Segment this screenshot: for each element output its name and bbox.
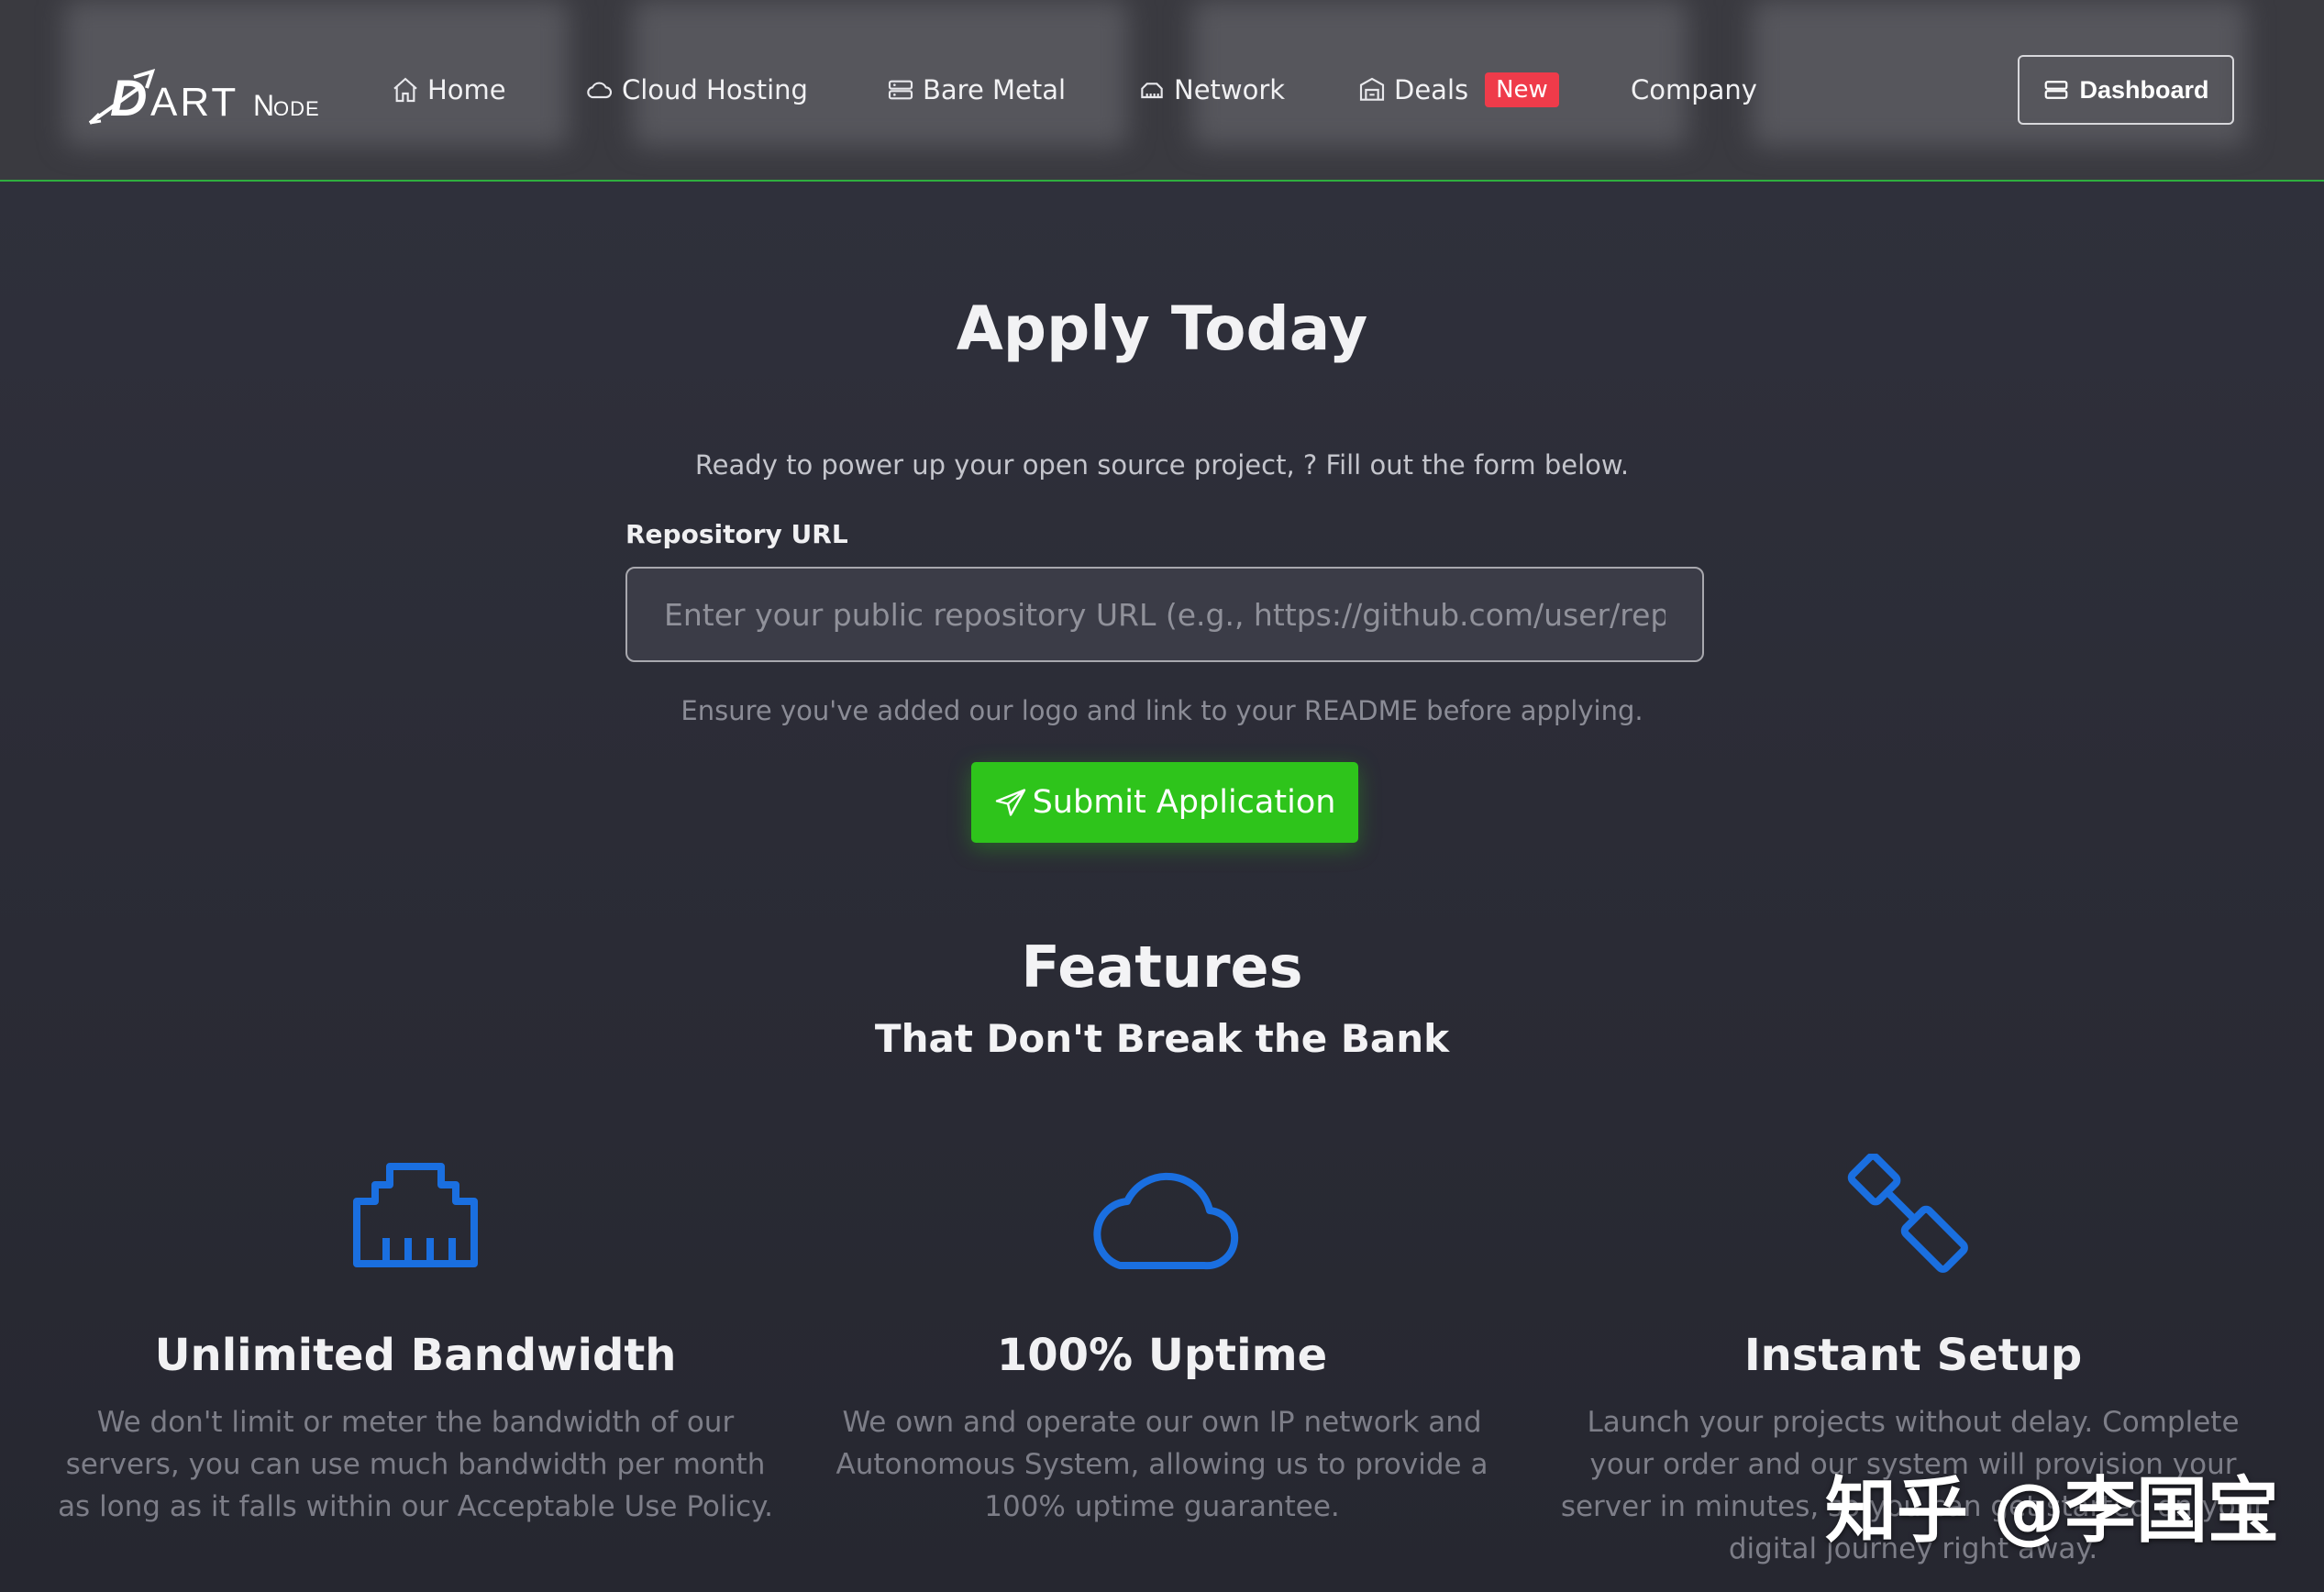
submit-application-button[interactable]: Submit Application xyxy=(971,762,1358,843)
send-icon xyxy=(995,789,1025,816)
nav-item-cloud-hosting[interactable]: Cloud Hosting xyxy=(585,68,808,112)
cloud-icon xyxy=(587,82,612,99)
submit-button-label: Submit Application xyxy=(1032,784,1336,821)
nav-item-home[interactable]: Home xyxy=(391,68,506,112)
feature-title: Instant Setup xyxy=(1743,1330,2083,1381)
nav-item-deals[interactable]: Deals New xyxy=(1357,68,1559,112)
feature-card: Unlimited Bandwidth We don't limit or me… xyxy=(49,1154,782,1528)
feature-text: We own and operate our own IP network an… xyxy=(836,1406,1488,1523)
plug-icon xyxy=(1847,1154,1968,1273)
building-icon xyxy=(1359,77,1385,101)
svg-text:D: D xyxy=(110,69,147,127)
repo-url-input[interactable] xyxy=(625,567,1704,662)
nav-item-label: Network xyxy=(1174,74,1286,105)
nav-item-bare-metal[interactable]: Bare Metal xyxy=(886,68,1066,112)
ethernet-icon xyxy=(353,1163,478,1267)
nav-item-label: Home xyxy=(427,74,506,105)
nav-item-label: Company xyxy=(1631,74,1757,105)
dartnode-logo-icon: D ART N ODE xyxy=(88,68,320,127)
repo-url-label: Repository URL xyxy=(625,519,848,549)
feature-title: 100% Uptime xyxy=(996,1330,1328,1381)
nav-item-label: Cloud Hosting xyxy=(622,74,808,105)
new-badge: New xyxy=(1485,72,1559,107)
nav-item-company[interactable]: Company xyxy=(1631,68,1757,112)
svg-text:ART: ART xyxy=(150,80,238,125)
nav-item-label: Deals xyxy=(1394,74,1469,105)
top-navbar: D ART N ODE Home Cloud Hosting Bare Meta… xyxy=(0,0,2324,182)
features-subtitle: That Don't Break the Bank xyxy=(874,1016,1450,1061)
feature-text: We don't limit or meter the bandwidth of… xyxy=(58,1406,773,1523)
server-icon xyxy=(2045,81,2068,99)
nav-item-network[interactable]: Network xyxy=(1137,68,1285,112)
brand-logo[interactable]: D ART N ODE xyxy=(86,59,361,132)
cloud-icon xyxy=(1093,1172,1239,1270)
svg-text:N: N xyxy=(253,89,274,122)
network-icon xyxy=(1141,83,1163,99)
feature-card: 100% Uptime We own and operate our own I… xyxy=(795,1154,1529,1528)
nav-item-label: Bare Metal xyxy=(923,74,1067,105)
apply-subtitle: Ready to power up your open source proje… xyxy=(694,449,1630,481)
dashboard-button-label: Dashboard xyxy=(2079,75,2209,104)
dashboard-button[interactable]: Dashboard xyxy=(2018,55,2234,125)
feature-title: Unlimited Bandwidth xyxy=(154,1330,677,1381)
home-icon xyxy=(393,77,417,103)
main-content: Apply Today Ready to power up your open … xyxy=(0,182,2324,1592)
features-title: Features xyxy=(1021,934,1303,1001)
server-icon xyxy=(888,80,913,100)
svg-text:ODE: ODE xyxy=(273,97,320,120)
readme-hint: Ensure you've added our logo and link to… xyxy=(681,695,1643,726)
apply-title: Apply Today xyxy=(956,293,1368,364)
zhihu-watermark: 知乎 @李国宝 xyxy=(1825,1470,2280,1553)
